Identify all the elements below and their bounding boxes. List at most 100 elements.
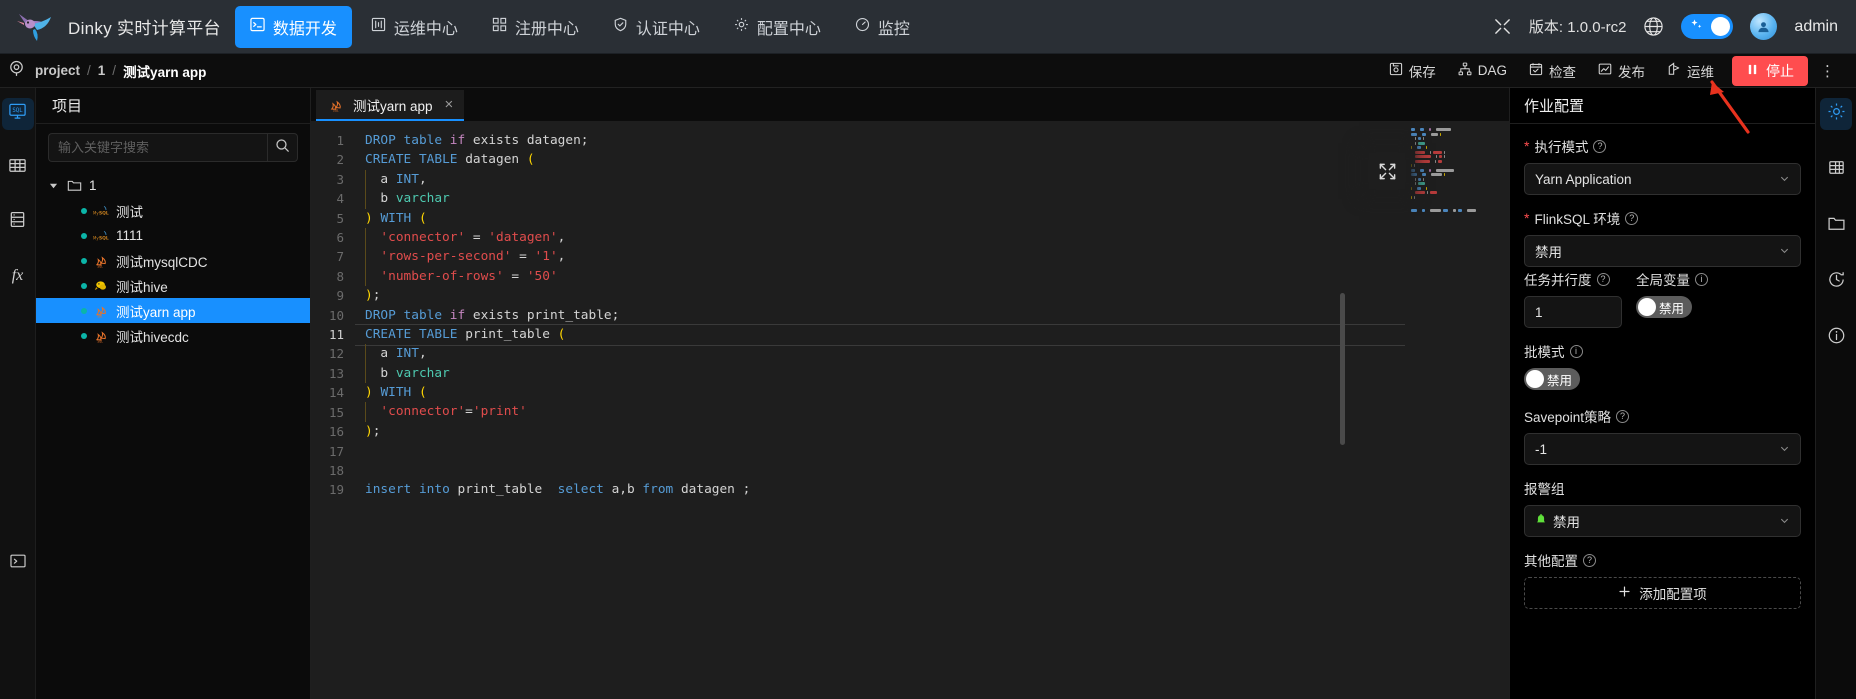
caret-down-icon[interactable] [46, 181, 60, 190]
breadcrumb-root[interactable]: project [35, 63, 80, 78]
cfg-rail-item-table[interactable] [1820, 154, 1852, 186]
search-input[interactable] [58, 140, 258, 155]
tree-item[interactable]: My SQL 1111 [36, 223, 310, 248]
username-label[interactable]: admin [1794, 18, 1838, 36]
user-avatar[interactable] [1750, 13, 1778, 40]
code-line[interactable] [365, 441, 1509, 460]
nav-label: 运维中心 [393, 20, 458, 38]
nav-item-auth-center[interactable]: 认证中心 [598, 6, 715, 48]
savepoint-select[interactable]: -1 [1524, 433, 1801, 465]
chevron-down-icon [1779, 442, 1790, 457]
tree-item[interactable]: My SQL 测试 [36, 198, 310, 223]
help-icon[interactable]: ? [1596, 272, 1610, 286]
mysql-icon: My SQL [92, 204, 111, 218]
code-line[interactable]: ) WITH ( [365, 383, 1509, 402]
rail-item-terminal[interactable] [2, 547, 34, 579]
save-button[interactable]: 保存 [1380, 56, 1445, 86]
parallelism-input[interactable]: 1 [1524, 296, 1622, 328]
tree-item[interactable]: SQL 测试mysqlCDC [36, 248, 310, 273]
editor-minimap[interactable] [1405, 121, 1509, 699]
flinksql-env-select[interactable]: 禁用 [1524, 235, 1801, 267]
ops-button[interactable]: 运维 [1658, 56, 1723, 86]
cfg-rail-item-info[interactable] [1820, 322, 1852, 354]
code-line[interactable]: a INT, [365, 169, 1509, 190]
tree-item[interactable]: SQL 测试yarn app [36, 298, 310, 323]
rail-item-sql-console[interactable]: SQL [1, 98, 34, 130]
code-line[interactable]: ); [365, 286, 1509, 305]
code-line[interactable]: a INT, [365, 344, 1509, 364]
nav-item-config-center[interactable]: 配置中心 [719, 6, 836, 48]
breadcrumb-zone: project / 1 / 测试yarn app [0, 59, 206, 83]
code-line[interactable]: b varchar [365, 363, 1509, 384]
expand-editor-icon[interactable] [1369, 153, 1405, 189]
tree-item[interactable]: 测试hive [36, 273, 310, 298]
cfg-rail-item-settings[interactable] [1820, 98, 1852, 130]
cfg-rail-item-history[interactable] [1820, 266, 1852, 298]
rail-item-functions[interactable]: fx [2, 260, 34, 292]
cfg-rail-item-folder[interactable] [1820, 210, 1852, 242]
info-icon[interactable]: i [1695, 272, 1708, 286]
dag-button[interactable]: DAG [1449, 57, 1516, 84]
code-line[interactable]: 'number-of-rows' = '50' [365, 266, 1509, 287]
global-var-switch[interactable]: 禁用 [1636, 296, 1693, 318]
code-line[interactable]: 'connector'='print' [365, 402, 1509, 422]
batch-mode-switch[interactable]: 禁用 [1524, 368, 1581, 390]
globe-icon[interactable] [1643, 16, 1664, 37]
tree-root-folder[interactable]: 1 [36, 173, 310, 198]
help-icon[interactable]: ? [1583, 553, 1596, 567]
label-text: 任务并行度 [1524, 273, 1592, 288]
code-token: table [403, 307, 443, 323]
code-line[interactable]: 'connector' = 'datagen', [365, 227, 1509, 248]
flinksql-icon: SQL [92, 253, 111, 268]
label-text: FlinkSQL 环境 [1534, 212, 1621, 227]
code-line[interactable]: ); [365, 422, 1509, 441]
tree-item[interactable]: SQL 测试hivecdc [36, 323, 310, 348]
nav-item-data-development[interactable]: 数据开发 [234, 5, 352, 48]
dag-icon [1458, 62, 1472, 79]
nav-item-monitor[interactable]: 监控 [840, 6, 925, 48]
sql-terminal-icon [250, 17, 265, 37]
code-line[interactable]: CREATE TABLE print_table ( [355, 323, 1509, 347]
add-config-item-button[interactable]: 添加配置项 [1524, 577, 1801, 609]
editor-tab-active[interactable]: SQL 测试yarn app × [316, 90, 465, 121]
help-icon[interactable]: ? [1625, 211, 1639, 225]
help-icon[interactable]: ? [1593, 139, 1607, 153]
rail-item-database[interactable] [2, 206, 34, 238]
editor-scrollbar-thumb[interactable] [1340, 293, 1345, 445]
code-line[interactable] [365, 461, 1509, 480]
nav-item-registry-center[interactable]: 注册中心 [477, 6, 594, 48]
code-line[interactable]: CREATE TABLE datagen ( [365, 150, 1509, 169]
code-editor[interactable]: 1 2 3 4 5 6 7 8 9 10 11 12 13 14 15 16 17 18 19 DROP table… [311, 121, 1509, 699]
search-button[interactable] [267, 133, 298, 162]
rail-item-table[interactable] [2, 152, 34, 184]
dinky-logo[interactable] [10, 7, 62, 47]
batch-mode-label: 批模式 i [1524, 341, 1801, 361]
code-line[interactable]: DROP table if exists print_table; [365, 306, 1509, 325]
fullscreen-icon[interactable] [1493, 17, 1512, 36]
alarm-group-select[interactable]: 禁用 [1524, 505, 1801, 537]
help-icon[interactable]: ? [1616, 409, 1630, 423]
code-line[interactable]: DROP table if exists datagen; [365, 131, 1509, 150]
code-token: insert [365, 482, 412, 498]
line-number: 8 [336, 268, 344, 284]
line-number: 3 [336, 171, 344, 187]
breadcrumb-level1[interactable]: 1 [98, 63, 106, 78]
nav-item-ops-center[interactable]: 运维中心 [356, 6, 473, 48]
stop-button[interactable]: 停止 [1732, 55, 1808, 86]
minimap-line [1411, 168, 1503, 172]
info-icon[interactable]: i [1569, 344, 1583, 358]
close-icon[interactable]: × [445, 96, 454, 113]
code-line[interactable]: ) WITH ( [365, 209, 1509, 228]
theme-toggle[interactable] [1681, 14, 1734, 39]
code-line[interactable]: insert into print_table select a,b from … [365, 480, 1509, 499]
publish-button[interactable]: 发布 [1589, 56, 1654, 86]
exec-mode-select[interactable]: Yarn Application [1524, 163, 1801, 195]
table-grid-icon [8, 156, 27, 180]
more-vertical-icon[interactable]: ⋮ [1812, 60, 1844, 82]
search-input-wrapper[interactable] [48, 133, 267, 162]
editor-code-content[interactable]: DROP table if exists datagen; CREATE TABL… [355, 121, 1509, 699]
hive-icon [92, 278, 111, 293]
code-line[interactable]: b varchar [365, 189, 1509, 209]
code-line[interactable]: 'rows-per-second' = '1', [365, 247, 1509, 267]
check-button[interactable]: 检查 [1520, 56, 1585, 86]
